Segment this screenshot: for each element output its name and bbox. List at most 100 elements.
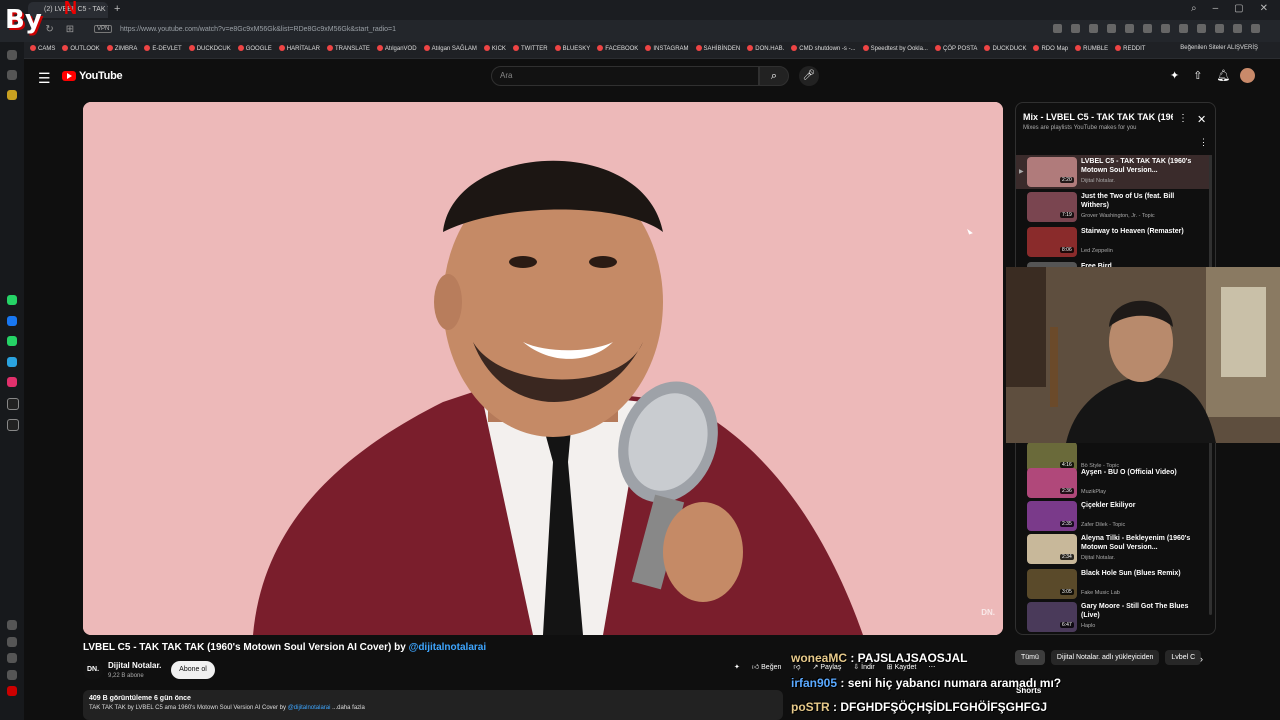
whatsapp-business-icon[interactable]	[7, 336, 17, 346]
playlist-item[interactable]: 2:36 Ayşen - BU O (Official Video) MuzikPl…	[1016, 466, 1212, 500]
extension-icon[interactable]	[1125, 24, 1134, 33]
settings-icon[interactable]	[7, 670, 17, 680]
video-player[interactable]: DN.	[83, 102, 1003, 635]
wallet-icon[interactable]	[7, 70, 17, 80]
bookmark-item[interactable]: ZIMBRA	[107, 45, 138, 52]
youtube-logo[interactable]: YouTube	[62, 70, 123, 82]
playlist-item-title[interactable]: Black Hole Sun (Blues Remix)	[1081, 569, 1196, 578]
instagram-icon[interactable]	[7, 377, 17, 387]
chip-related[interactable]: Lvbel C	[1165, 650, 1202, 665]
edit-icon[interactable]	[7, 637, 17, 647]
extension-icon[interactable]	[1161, 24, 1170, 33]
playlist-item-title[interactable]: LVBEL C5 - TAK TAK TAK (1960's Motown So…	[1081, 157, 1196, 175]
playlist-item[interactable]: 3:05 Black Hole Sun (Blues Remix) Fake Mus…	[1016, 567, 1212, 601]
maximize-icon[interactable]: ▢	[1234, 3, 1243, 14]
channel-avatar[interactable]: DN.	[83, 660, 103, 680]
minimize-icon[interactable]: –	[1213, 3, 1219, 14]
extension-icon[interactable]	[1107, 24, 1116, 33]
playlist-more-icon[interactable]: ⋮	[1178, 113, 1188, 124]
extension-icon[interactable]	[1089, 24, 1098, 33]
extension-icon[interactable]	[1197, 24, 1206, 33]
search-input[interactable]: Ara	[491, 66, 759, 86]
search-tabs-icon[interactable]: ⌕	[1191, 3, 1197, 14]
video-title-handle[interactable]: @dijitalnotalarai	[409, 642, 487, 653]
playlist-item-title[interactable]: Ayşen - BU O (Official Video)	[1081, 468, 1196, 477]
bookmark-item[interactable]: E-DEVLET	[144, 45, 181, 52]
extension-icon[interactable]	[1251, 24, 1260, 33]
telegram-icon[interactable]	[7, 357, 17, 367]
bookmark-item[interactable]: FACEBOOK	[597, 45, 638, 52]
hamburger-menu-icon[interactable]: ☰	[38, 70, 51, 87]
bookmark-item[interactable]: AtılganVOD	[377, 45, 417, 52]
description-more[interactable]: ...daha fazla	[330, 705, 365, 711]
playlist-item[interactable]: 7:19 Just the Two of Us (feat. Bill Withe…	[1016, 190, 1212, 224]
record-icon[interactable]	[7, 686, 17, 696]
playlist-item-title[interactable]: Gary Moore - Still Got The Blues (Live)	[1081, 602, 1196, 620]
bookmark-item[interactable]: KICK	[484, 45, 506, 52]
bookmark-item[interactable]: OUTLOOK	[62, 45, 99, 52]
bookmark-item[interactable]: Atılgan SAĞLAM	[424, 45, 477, 52]
playlist-item[interactable]: ▶ 2:20 LVBEL C5 - TAK TAK TAK (1960's Moto…	[1016, 155, 1212, 189]
notifications-bell-icon[interactable]: 🔔︎	[1216, 69, 1230, 82]
bookmark-item[interactable]: BLUESKY	[555, 45, 591, 52]
playlist-item[interactable]: 2:35 Çiçekler Ekiliyor Zafer Dilek - Topic	[1016, 499, 1212, 533]
close-icon[interactable]: ✕	[1197, 113, 1206, 126]
bookmark-item[interactable]: CMD shutdown -s -...	[791, 45, 855, 52]
bookmark-folders[interactable]: Beğenilen Siteler ALIŞVERİŞ	[1180, 45, 1258, 51]
search-icon[interactable]: ⌕	[759, 66, 789, 86]
close-window-icon[interactable]: ✕	[1260, 3, 1268, 14]
apps-icon[interactable]	[7, 620, 17, 630]
bookmark-item[interactable]: REDDIT	[1115, 45, 1145, 52]
extension-icon[interactable]	[1053, 24, 1062, 33]
history-icon[interactable]	[7, 50, 17, 60]
playlist-item[interactable]: 2:34 Aleyna Tilki - Bekleyenim (1960's Mo…	[1016, 532, 1212, 566]
bookmark-item[interactable]: TRANSLATE	[327, 45, 370, 52]
create-icon[interactable]: ✦	[1170, 69, 1179, 82]
x-icon[interactable]	[7, 419, 19, 431]
playlist-item-title[interactable]: Aleyna Tilki - Bekleyenim (1960's Motown…	[1081, 534, 1196, 552]
playlist-item-title[interactable]: Just the Two of Us (feat. Bill Withers)	[1081, 192, 1196, 210]
bookmark-item[interactable]: ÇÖP POSTA	[935, 45, 977, 52]
chip-all[interactable]: Tümü	[1015, 650, 1045, 665]
bookmark-item[interactable]: CAMS	[30, 45, 55, 52]
bookmark-item[interactable]: TWITTER	[513, 45, 548, 52]
channel-name[interactable]: Dijital Notalar.	[108, 661, 161, 670]
avatar[interactable]	[1240, 68, 1255, 83]
microphone-icon[interactable]: 🎤︎	[799, 66, 819, 86]
upload-icon[interactable]: ⇧	[1193, 69, 1202, 82]
url-field[interactable]: https://www.youtube.com/watch?v=e8Gc9xM5…	[120, 26, 396, 33]
playlist-item[interactable]: 6:47 Gary Moore - Still Got The Blues (Li…	[1016, 600, 1212, 634]
subscribe-button[interactable]: Abone ol	[171, 661, 215, 679]
tiktok-icon[interactable]	[7, 398, 19, 410]
like-button[interactable]: 👍︎ Beğen	[752, 662, 782, 671]
sparkle-icon[interactable]: ✦	[734, 663, 740, 671]
new-tab-icon[interactable]: +	[114, 3, 120, 15]
messenger-icon[interactable]	[7, 316, 17, 326]
extension-icon[interactable]	[7, 90, 17, 100]
whatsapp-icon[interactable]	[7, 295, 17, 305]
bookmark-item[interactable]: GOOGLE	[238, 45, 272, 52]
bookmark-item[interactable]: RDO Map	[1033, 45, 1068, 52]
bookmark-item[interactable]: Speedtest by Ookla...	[863, 45, 928, 52]
bookmark-item[interactable]: SAHİBİNDEN	[696, 45, 741, 52]
bookmark-item[interactable]: DON.HAB.	[747, 45, 784, 52]
playlist-item-title[interactable]: Stairway to Heaven (Remaster)	[1081, 227, 1196, 236]
playlist-item-title[interactable]: Çiçekler Ekiliyor	[1081, 501, 1196, 510]
bookmark-item[interactable]: DUCKDCUK	[189, 45, 231, 52]
clock-icon[interactable]	[7, 653, 17, 663]
bookmark-item[interactable]: INSTAGRAM	[645, 45, 688, 52]
description-text[interactable]: TAK TAK TAK by LVBEL C5 ama 1960's Motow…	[89, 705, 365, 711]
bookmark-item[interactable]: HARİTALAR	[279, 45, 320, 52]
extension-icon[interactable]	[1179, 24, 1188, 33]
extension-icon[interactable]	[1071, 24, 1080, 33]
vpn-badge[interactable]: VPN	[94, 25, 113, 33]
extension-icon[interactable]	[1143, 24, 1152, 33]
description-handle[interactable]: @dijitalnotalarai	[288, 705, 331, 711]
chevron-right-icon[interactable]: ›	[1200, 654, 1203, 664]
playlist-item[interactable]: 8:06 Stairway to Heaven (Remaster) Led Zep…	[1016, 225, 1212, 259]
extension-icon[interactable]	[1215, 24, 1224, 33]
bookmark-item[interactable]: DUCKDUCK	[984, 45, 1026, 52]
bookmark-item[interactable]: RUMBLE	[1075, 45, 1108, 52]
extension-icon[interactable]	[1233, 24, 1242, 33]
chip-from-uploader[interactable]: Dijital Notalar. adlı yükleyiciden	[1050, 650, 1160, 665]
